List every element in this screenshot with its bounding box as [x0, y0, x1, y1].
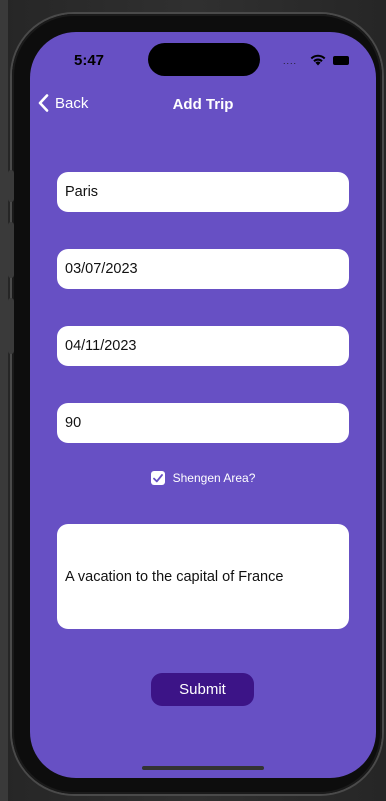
checkmark-icon: [152, 473, 163, 482]
status-time: 5:47: [74, 52, 105, 69]
wifi-icon: [310, 54, 326, 66]
dynamic-island: [148, 43, 260, 76]
page-title: Add Trip: [172, 96, 234, 113]
volume-down-button: [8, 298, 14, 354]
app-screen: 5:47 .... Back Add Trip Paris 03/07/2023…: [30, 32, 376, 778]
status-bar: 5:47 ....: [30, 32, 376, 86]
device-frame-stage: 5:47 .... Back Add Trip Paris 03/07/2023…: [0, 0, 386, 801]
schengen-label: Shengen Area?: [172, 471, 256, 485]
home-indicator: [142, 766, 264, 770]
background-strip: [0, 0, 8, 801]
destination-field[interactable]: Paris: [57, 172, 349, 212]
schengen-option: Shengen Area?: [30, 471, 376, 485]
volume-up-button: [8, 222, 14, 278]
schengen-checkbox[interactable]: [150, 471, 165, 485]
signal-icon: ....: [283, 56, 298, 66]
action-button: [8, 170, 14, 202]
start-date-field[interactable]: 03/07/2023: [57, 249, 349, 289]
duration-field[interactable]: 90: [57, 403, 349, 443]
description-textarea[interactable]: A vacation to the capital of France: [57, 524, 349, 629]
submit-button[interactable]: Submit: [151, 673, 254, 706]
navigation-bar: Back Add Trip: [30, 86, 376, 122]
end-date-field[interactable]: 04/11/2023: [57, 326, 349, 366]
battery-icon: [333, 56, 349, 65]
